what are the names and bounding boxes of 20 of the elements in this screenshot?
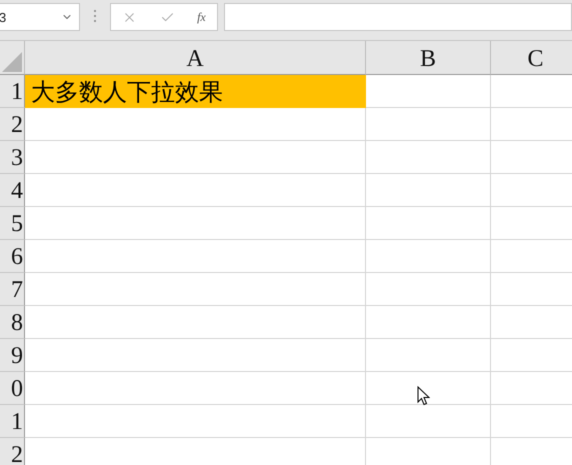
row-header[interactable]: 1 bbox=[0, 75, 25, 108]
mouse-pointer-icon bbox=[417, 386, 430, 406]
column-header[interactable]: B bbox=[366, 41, 491, 75]
cell-text: 大多数人下拉效果 bbox=[31, 78, 223, 108]
select-all-corner[interactable] bbox=[0, 41, 25, 75]
row-header[interactable]: 8 bbox=[0, 306, 25, 339]
column-header[interactable]: C bbox=[491, 41, 572, 75]
row-header[interactable]: 7 bbox=[0, 273, 25, 306]
row-header[interactable]: 3 bbox=[0, 141, 25, 174]
row-header[interactable]: 2 bbox=[0, 438, 25, 465]
row-header[interactable]: 9 bbox=[0, 339, 25, 372]
row-header[interactable]: 6 bbox=[0, 240, 25, 273]
formula-input[interactable] bbox=[224, 3, 572, 31]
row-header[interactable]: 4 bbox=[0, 174, 25, 207]
row-header[interactable]: 2 bbox=[0, 108, 25, 141]
insert-function-button[interactable]: fx bbox=[197, 10, 206, 24]
column-header[interactable]: A bbox=[25, 41, 366, 75]
row-header[interactable]: 0 bbox=[0, 372, 25, 405]
row-header[interactable]: 1 bbox=[0, 405, 25, 438]
row-header[interactable]: 5 bbox=[0, 207, 25, 240]
